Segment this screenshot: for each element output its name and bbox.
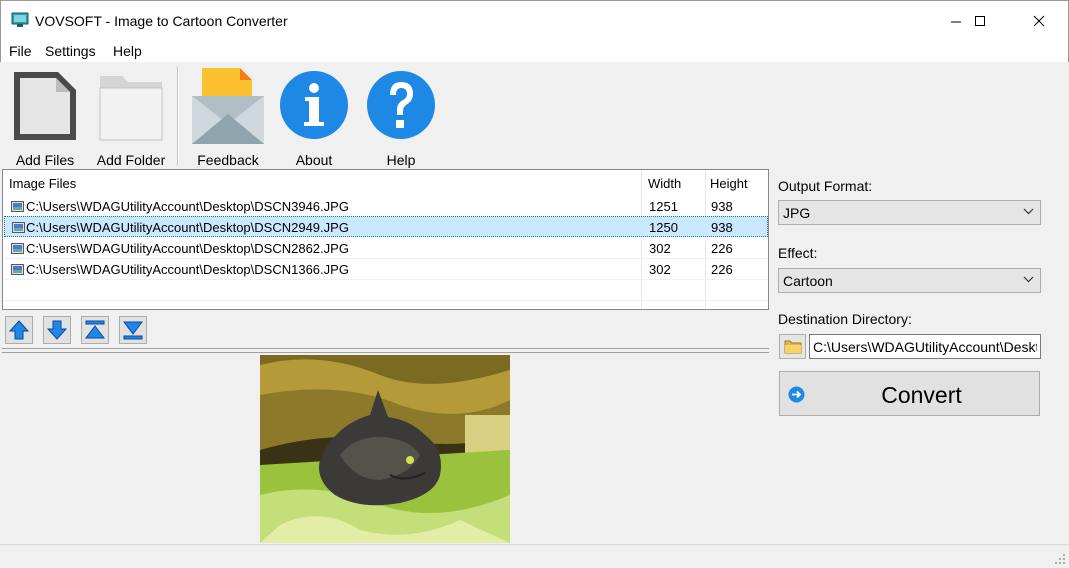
- maximize-button[interactable]: [957, 1, 1003, 41]
- file-height: 226: [711, 262, 733, 277]
- move-top-button[interactable]: [81, 316, 109, 344]
- help-button[interactable]: Help: [361, 66, 441, 168]
- move-top-icon: [85, 320, 105, 339]
- chevron-down-icon: [1023, 276, 1034, 283]
- table-row-empty: [4, 280, 768, 301]
- file-width: 302: [649, 241, 671, 256]
- folder-icon: [784, 340, 801, 354]
- image-file-icon: [11, 243, 24, 254]
- file-height: 226: [711, 241, 733, 256]
- maximize-icon: [975, 16, 985, 26]
- effect-select[interactable]: Cartoon: [778, 268, 1041, 293]
- toolbar-separator: [177, 66, 179, 166]
- effect-value: Cartoon: [783, 273, 833, 289]
- output-format-select[interactable]: JPG: [778, 200, 1041, 225]
- menu-settings[interactable]: Settings: [45, 43, 96, 59]
- window-title: VOVSOFT - Image to Cartoon Converter: [35, 13, 288, 29]
- destination-directory-label: Destination Directory:: [778, 311, 912, 327]
- destination-directory-input[interactable]: [809, 334, 1041, 359]
- add-files-icon: [14, 72, 76, 140]
- add-folder-icon: [99, 76, 163, 141]
- move-bottom-button[interactable]: [119, 316, 147, 344]
- table-row[interactable]: C:\Users\WDAGUtilityAccount\Desktop\DSCN…: [4, 259, 768, 280]
- add-files-label: Add Files: [15, 152, 75, 168]
- splitter[interactable]: [2, 348, 769, 353]
- move-up-icon: [8, 320, 30, 340]
- list-header: Image Files Width Height: [3, 170, 768, 197]
- table-row[interactable]: C:\Users\WDAGUtilityAccount\Desktop\DSCN…: [4, 238, 768, 259]
- file-path: C:\Users\WDAGUtilityAccount\Desktop\DSCN…: [26, 241, 349, 256]
- add-folder-button[interactable]: Add Folder: [91, 66, 171, 168]
- chevron-down-icon: [1023, 208, 1034, 215]
- table-row[interactable]: C:\Users\WDAGUtilityAccount\Desktop\DSCN…: [4, 216, 768, 237]
- effect-label: Effect:: [778, 245, 818, 261]
- about-button[interactable]: About: [274, 66, 354, 168]
- menu-help[interactable]: Help: [113, 43, 142, 59]
- image-file-icon: [11, 264, 24, 275]
- file-height: 938: [711, 220, 733, 235]
- output-format-label: Output Format:: [778, 178, 873, 194]
- about-label: About: [295, 152, 333, 168]
- menu-bar: File Settings Help: [0, 40, 1069, 62]
- convert-label: Convert: [881, 382, 962, 408]
- feedback-label: Feedback: [197, 152, 259, 168]
- move-bottom-icon: [123, 321, 143, 340]
- status-bar: [0, 544, 1069, 568]
- app-icon: [11, 12, 29, 27]
- table-row[interactable]: C:\Users\WDAGUtilityAccount\Desktop\DSCN…: [4, 196, 768, 217]
- image-preview: [260, 355, 510, 543]
- cartoon-cat-preview: [260, 355, 510, 543]
- image-file-icon: [11, 201, 24, 212]
- column-header-height[interactable]: Height: [710, 176, 748, 191]
- convert-button[interactable]: Convert: [779, 371, 1040, 416]
- file-path: C:\Users\WDAGUtilityAccount\Desktop\DSCN…: [26, 262, 349, 277]
- toolbar: Add Files Add Folder Feedback About Help: [1, 62, 1068, 168]
- browse-folder-button[interactable]: [779, 334, 806, 359]
- file-path: C:\Users\WDAGUtilityAccount\Desktop\DSCN…: [26, 220, 349, 235]
- resize-grip-icon[interactable]: [1054, 553, 1066, 565]
- info-icon: [280, 71, 348, 139]
- feedback-button[interactable]: Feedback: [188, 66, 268, 168]
- help-label: Help: [386, 152, 416, 168]
- image-files-list[interactable]: Image Files Width Height C:\Users\WDAGUt…: [2, 169, 769, 310]
- add-files-button[interactable]: Add Files: [5, 66, 85, 168]
- menu-file[interactable]: File: [9, 43, 32, 59]
- file-path: C:\Users\WDAGUtilityAccount\Desktop\DSCN…: [26, 199, 349, 214]
- column-header-files[interactable]: Image Files: [9, 176, 76, 191]
- column-header-width[interactable]: Width: [648, 176, 681, 191]
- close-icon: [1033, 15, 1045, 27]
- feedback-icon: [192, 68, 264, 144]
- move-down-button[interactable]: [43, 316, 71, 344]
- file-height: 938: [711, 199, 733, 214]
- move-down-icon: [46, 320, 68, 340]
- add-folder-label: Add Folder: [96, 152, 166, 168]
- close-button[interactable]: [1016, 1, 1062, 41]
- help-icon: [367, 71, 435, 139]
- output-format-value: JPG: [783, 205, 811, 221]
- image-file-icon: [12, 222, 25, 233]
- file-width: 302: [649, 262, 671, 277]
- title-bar: VOVSOFT - Image to Cartoon Converter: [0, 0, 1069, 40]
- move-up-button[interactable]: [5, 316, 33, 344]
- file-width: 1251: [649, 199, 678, 214]
- file-width: 1250: [649, 220, 678, 235]
